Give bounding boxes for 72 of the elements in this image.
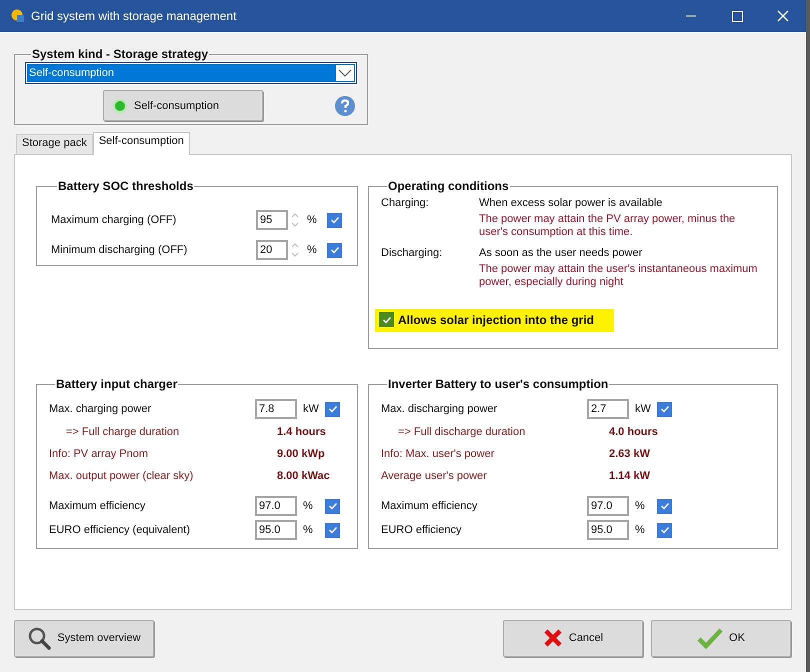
group-title: Inverter Battery to user's consumption [387,377,610,391]
strategy-button[interactable]: Self-consumption [103,90,263,121]
field-label: Minimum discharging (OFF) [51,244,188,256]
info-value: 1.4 hours [277,426,326,438]
field-label: EURO efficiency [381,524,462,536]
help-icon[interactable] [335,96,355,116]
checkbox[interactable] [657,402,672,416]
tab[interactable]: Storage pack [16,134,93,154]
info-label: Max. output power (clear sky) [49,470,194,482]
condition-note: The power may attain the user's instantaneous maximum power, especially during night [479,263,758,289]
strategy-dropdown[interactable]: Self-consumption [25,62,357,84]
overview-button[interactable]: System overview [14,620,154,656]
info-label: => Full charge duration [65,426,180,438]
unit-label: % [306,214,318,226]
info-value: 1.14 kW [609,470,650,482]
field-label: Maximum efficiency [381,500,478,512]
checkbox[interactable] [657,522,672,538]
unit-label: kW [302,403,320,415]
number-field[interactable]: 20 [256,240,288,260]
field-label: Max. discharging power [381,403,498,415]
condition-label: Discharging: [381,247,444,261]
condition-text: When excess solar power is available [479,197,664,209]
unit-label: % [302,524,314,536]
group-title: Battery input charger [55,377,178,391]
group-title: Operating conditions [387,179,510,193]
group-title: Battery SOC thresholds [57,179,194,193]
unit-label: % [306,244,318,256]
checkbox[interactable] [325,498,340,514]
number-field[interactable]: 95 [256,210,288,230]
field-label: EURO efficiency (equivalent) [49,524,192,536]
number-field[interactable]: 95.0 [255,520,297,540]
ok-button[interactable]: OK [651,620,791,656]
search-icon [27,626,52,650]
info-label: Average user's power [381,470,488,482]
info-value: 8.00 kWac [277,470,330,482]
checkbox[interactable] [325,402,340,416]
checkmark-icon [697,627,724,649]
status-dot-icon [112,98,128,114]
condition-label: Charging: [381,197,430,211]
info-label: Info: PV array Pnom [49,448,150,460]
condition-note: The power may attain the PV array power, minus the user's consumption at this time. [479,213,736,239]
info-value: 4.0 hours [609,426,658,438]
checkbox[interactable] [657,498,672,514]
info-value: 9.00 kWp [277,448,325,460]
info-label: => Full discharge duration [397,426,526,438]
number-field[interactable]: 97.0 [255,496,297,516]
info-value: 2.63 kW [609,448,650,460]
number-field[interactable]: 2.7 [587,399,629,419]
unit-label: % [634,500,646,512]
condition-text: As soon as the user needs power [479,247,644,259]
chevron-down-icon [336,65,354,81]
unit-label: kW [634,403,652,415]
field-label: Max. charging power [49,403,152,415]
checkbox[interactable] [327,212,342,228]
unit-label: % [302,500,314,512]
group-title: System kind - Storage strategy [31,47,210,61]
number-field[interactable]: 97.0 [587,496,629,516]
field-label: Maximum efficiency [49,500,146,512]
number-field[interactable]: 7.8 [255,399,297,419]
checkbox[interactable] [327,242,342,258]
cross-icon [542,628,563,648]
number-field[interactable]: 95.0 [587,520,629,540]
checkbox[interactable] [325,522,340,538]
sun-icon [11,9,25,23]
unit-label: % [634,524,646,536]
checkbox[interactable] [379,312,394,327]
cancel-button[interactable]: Cancel [503,620,643,656]
info-label: Info: Max. user's power [381,448,496,460]
tab[interactable]: Self-consumption [92,132,190,155]
window-title: Grid system with storage management [31,9,236,23]
injection-checkbox[interactable]: Allows solar injection into the grid [375,309,614,332]
field-label: Maximum charging (OFF) [51,214,178,226]
